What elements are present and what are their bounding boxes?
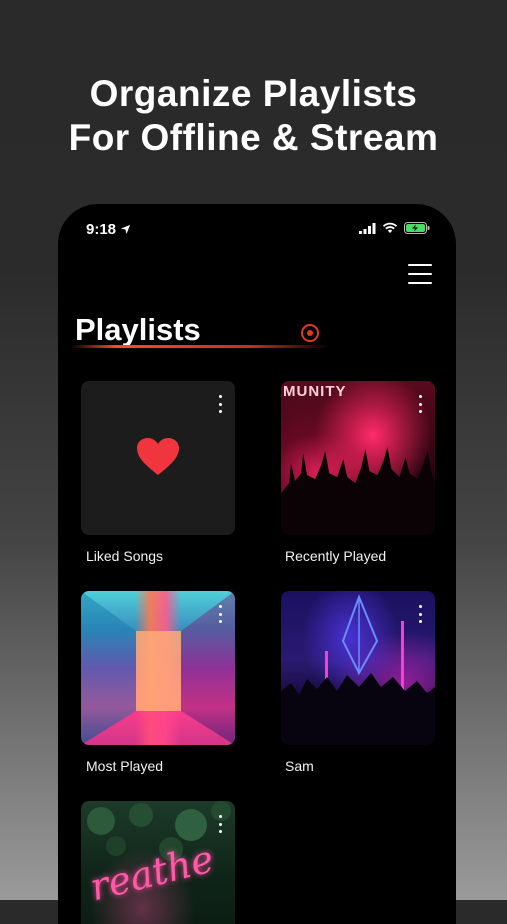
playlist-card-sam[interactable] xyxy=(281,591,435,745)
signal-icon xyxy=(359,222,376,234)
title-underline xyxy=(70,345,330,348)
promo-line-1: Organize Playlists xyxy=(89,73,418,114)
heart-icon xyxy=(137,438,179,475)
more-options-icon[interactable] xyxy=(417,395,423,413)
playlist-label: Most Played xyxy=(86,758,164,774)
hamburger-menu-icon[interactable] xyxy=(408,264,432,284)
concert-artwork xyxy=(281,594,435,745)
playlist-label: Sam xyxy=(285,758,314,774)
promo-line-2: For Offline & Stream xyxy=(68,117,439,158)
status-icons xyxy=(359,222,430,234)
more-options-icon[interactable] xyxy=(217,815,223,833)
artwork-text: MUNITY xyxy=(283,383,347,400)
more-options-icon[interactable] xyxy=(217,395,223,413)
status-bar: 9:18 xyxy=(58,204,456,252)
status-time-group: 9:18 xyxy=(86,221,131,238)
promo-headline: Organize Playlists For Offline & Stream xyxy=(0,72,507,160)
corridor-artwork xyxy=(81,591,235,745)
status-time: 9:18 xyxy=(86,221,117,238)
page-title: Playlists xyxy=(75,312,201,347)
phone-screen: 9:18 Playlists Liked Songs MUNITY Recent… xyxy=(58,204,456,924)
more-options-icon[interactable] xyxy=(417,605,423,623)
playlist-label: Liked Songs xyxy=(86,548,164,564)
wifi-icon xyxy=(382,222,398,233)
playlist-card-most-played[interactable] xyxy=(81,591,235,745)
more-options-icon[interactable] xyxy=(217,605,223,623)
playlist-label: Recently Played xyxy=(285,548,387,564)
battery-charging-icon xyxy=(404,222,430,234)
playlist-card-recently-played[interactable]: MUNITY xyxy=(281,381,435,535)
crowd-silhouette xyxy=(281,446,435,535)
location-arrow-icon xyxy=(120,224,131,235)
playlist-card-breathe[interactable]: reathe xyxy=(81,801,235,924)
playlist-card-liked-songs[interactable] xyxy=(81,381,235,535)
record-indicator-icon xyxy=(301,324,319,342)
